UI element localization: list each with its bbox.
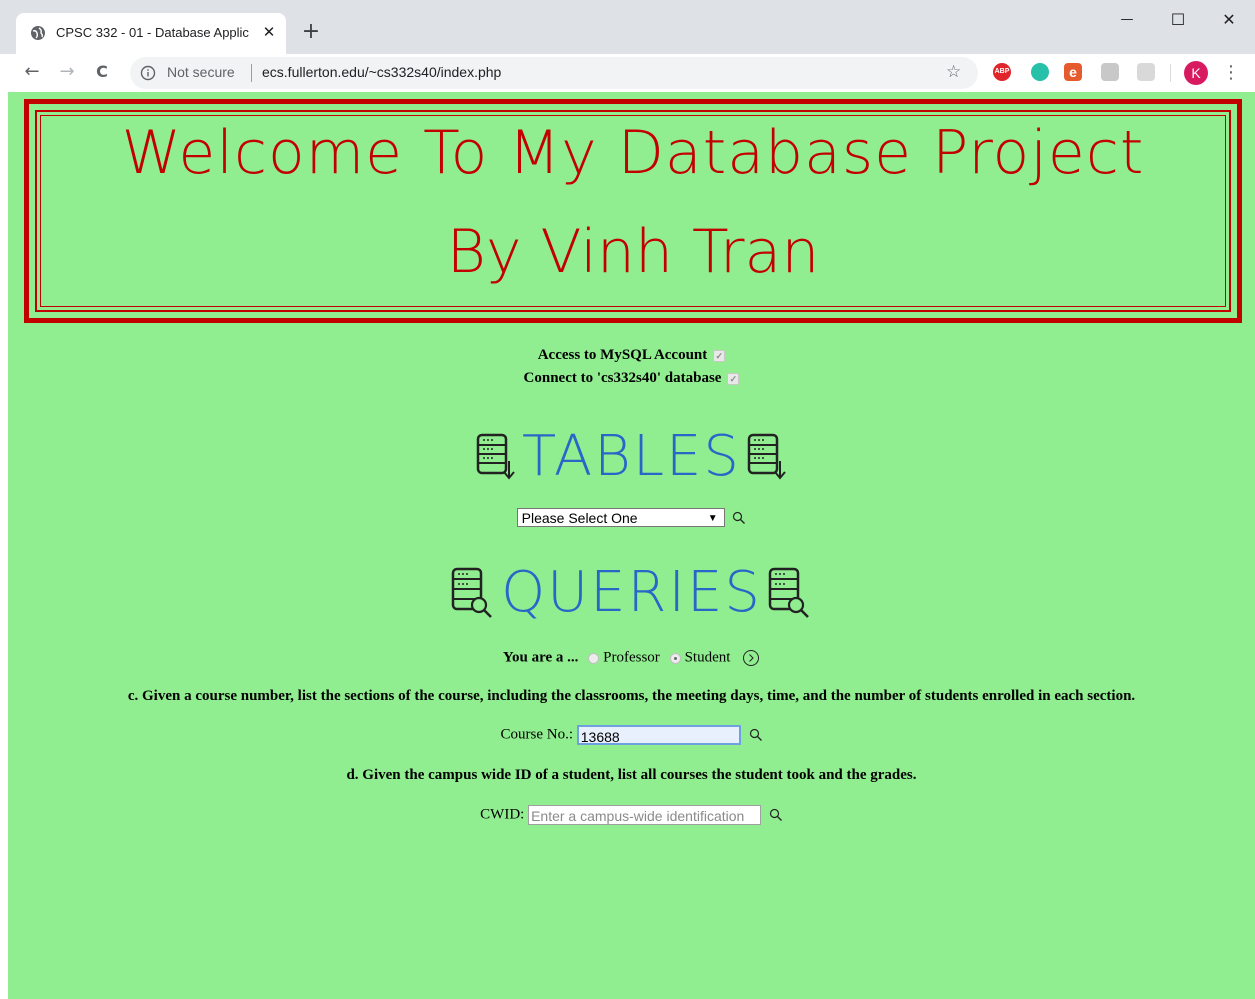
- tables-heading: TABLES: [8, 424, 1255, 489]
- cwid-placeholder: Enter a campus-wide identification: [531, 808, 745, 824]
- search-icon[interactable]: [749, 728, 763, 742]
- info-icon[interactable]: [140, 65, 156, 81]
- database-download-icon: [476, 433, 515, 480]
- go-circle-icon[interactable]: [742, 649, 760, 667]
- reload-button[interactable]: C: [88, 58, 116, 86]
- translate-extension-icon[interactable]: [1101, 63, 1119, 81]
- browser-chrome: CPSC 332 - 01 - Database Applic ✕ + — ☐ …: [0, 0, 1255, 92]
- maximize-button[interactable]: ☐: [1163, 8, 1193, 32]
- student-label[interactable]: Student: [685, 649, 731, 665]
- course-row: Course No.: 13688: [8, 725, 1255, 745]
- tab-strip: CPSC 332 - 01 - Database Applic ✕ + — ☐ …: [0, 0, 1255, 54]
- table-select-value: Please Select One: [521, 510, 638, 526]
- bookmark-star-icon[interactable]: ☆: [946, 62, 961, 82]
- professor-radio[interactable]: [588, 652, 600, 664]
- professor-label[interactable]: Professor: [603, 649, 660, 665]
- cwid-label: CWID:: [480, 806, 525, 823]
- page-body: Welcome To My Database Project By Vinh T…: [8, 92, 1255, 999]
- minimize-button[interactable]: —: [1112, 8, 1142, 32]
- new-tab-button[interactable]: +: [299, 20, 323, 44]
- banner-author: By Vinh Tran: [446, 217, 820, 287]
- browser-toolbar: ← → C Not secure ecs.fullerton.edu/~cs33…: [0, 54, 1255, 92]
- table-select[interactable]: Please Select One ▼: [516, 508, 725, 527]
- search-icon[interactable]: [769, 808, 783, 822]
- database-status-label: Connect to 'cs332s40' database: [523, 370, 722, 386]
- tab-title: CPSC 332 - 01 - Database Applic: [56, 25, 249, 40]
- student-radio[interactable]: [669, 652, 681, 664]
- mysql-status: Access to MySQL Account ✓: [8, 347, 1255, 364]
- e-extension-icon[interactable]: e: [1064, 63, 1082, 81]
- database-search-icon: [768, 567, 809, 618]
- circle-extension-icon[interactable]: [1031, 63, 1049, 81]
- abp-extension-icon[interactable]: ABP: [993, 63, 1011, 81]
- tables-heading-text: TABLES: [522, 424, 741, 489]
- forward-button[interactable]: →: [53, 58, 81, 86]
- database-search-icon: [451, 567, 492, 618]
- tables-select-row: Please Select One ▼: [8, 508, 1255, 527]
- globe-icon: [31, 26, 45, 40]
- chevron-down-icon: ▼: [707, 513, 718, 524]
- database-download-icon: [747, 433, 786, 480]
- browser-tab[interactable]: CPSC 332 - 01 - Database Applic ✕: [16, 13, 286, 54]
- query-c-text: c. Given a course number, list the secti…: [127, 688, 1136, 704]
- window-close-button[interactable]: ✕: [1214, 8, 1244, 32]
- query-d-text: d. Given the campus wide ID of a student…: [346, 767, 917, 783]
- cwid-row: CWID: Enter a campus-wide identification: [8, 805, 1255, 825]
- security-label: Not secure: [167, 64, 235, 80]
- database-status: Connect to 'cs332s40' database ✓: [8, 370, 1255, 387]
- database-check-icon: ✓: [727, 372, 740, 385]
- banner-title: Welcome To My Database Project: [121, 118, 1145, 188]
- mysql-check-icon: ✓: [713, 349, 726, 362]
- cwid-input[interactable]: Enter a campus-wide identification: [528, 805, 762, 825]
- pdf-extension-icon[interactable]: [1137, 63, 1155, 81]
- back-button[interactable]: ←: [18, 58, 46, 86]
- address-bar[interactable]: Not secure ecs.fullerton.edu/~cs332s40/i…: [130, 57, 978, 89]
- mysql-status-label: Access to MySQL Account: [537, 347, 708, 363]
- course-number-input[interactable]: 13688: [576, 725, 741, 745]
- browser-menu-icon[interactable]: ⋮: [1222, 60, 1240, 86]
- address-separator: [251, 64, 252, 82]
- profile-avatar[interactable]: K: [1184, 61, 1208, 85]
- queries-heading: QUERIES: [8, 560, 1255, 625]
- tab-close-icon[interactable]: ✕: [259, 22, 279, 42]
- url-text[interactable]: ecs.fullerton.edu/~cs332s40/index.php: [262, 64, 501, 80]
- toolbar-divider: [1170, 64, 1171, 82]
- role-row: You are a ... Professor Student: [8, 649, 1255, 667]
- course-label: Course No.:: [500, 726, 574, 743]
- queries-heading-text: QUERIES: [501, 560, 762, 625]
- role-label: You are a ...: [502, 649, 579, 666]
- search-icon[interactable]: [732, 511, 746, 525]
